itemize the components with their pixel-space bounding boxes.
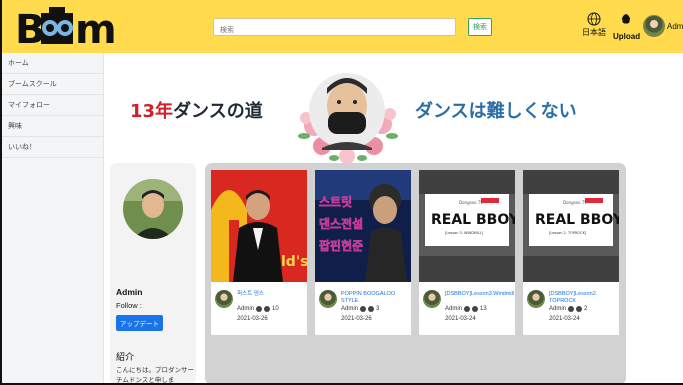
video-date: 2021-03-26 xyxy=(341,316,372,322)
video-card[interactable]: ld's 퍼스트 댄스 Admin 10 2021-03-26 xyxy=(211,170,307,335)
video-author: Admin xyxy=(237,306,255,312)
video-title[interactable]: 퍼스트 댄스 xyxy=(237,291,305,298)
video-date: 2021-03-24 xyxy=(445,316,476,322)
video-meta: Admin 13 xyxy=(445,306,487,312)
banner-right-text: ダンスは難しくない xyxy=(415,101,577,122)
verified-icon xyxy=(568,306,575,312)
search-bar[interactable] xyxy=(213,18,456,39)
video-grid: ld's 퍼스트 댄스 Admin 10 2021-03-26 스트릿 댄스전설… xyxy=(205,163,626,385)
language-selector[interactable]: 日本語 xyxy=(581,12,607,42)
eye-icon xyxy=(472,306,479,312)
update-button[interactable]: アップデート xyxy=(116,315,163,331)
video-meta: Admin 2 xyxy=(549,306,587,312)
banner-dance-road: ダンスの道 xyxy=(173,101,263,122)
sidebar: ホーム ブームスクール マイフォロー 興味 いいね！ xyxy=(0,53,104,385)
eye-icon xyxy=(576,306,583,312)
user-avatar xyxy=(643,15,665,37)
banner-portrait xyxy=(298,73,398,164)
banner-left-text: 13年ダンスの道 xyxy=(130,97,263,123)
user-name: Admin xyxy=(667,21,683,31)
sidebar-item-home[interactable]: ホーム xyxy=(0,53,103,74)
verified-icon xyxy=(256,306,263,312)
top-header: B m 検索 日本語 Upload Admin xyxy=(0,0,683,53)
thumb-sub: [Lesson 2. TOPROCK] xyxy=(549,231,587,235)
banner-years: 13年 xyxy=(130,101,174,122)
eye-icon xyxy=(264,306,271,312)
video-views: 13 xyxy=(480,306,487,312)
profile-name: Admin xyxy=(116,287,143,297)
upload-label: Upload xyxy=(613,32,641,41)
video-card[interactable]: Dongsoo TV REAL BBOY [Lesson 2. TOPROCK]… xyxy=(523,170,619,335)
sidebar-item-my-follow[interactable]: マイフォロー xyxy=(0,95,103,116)
video-title[interactable]: [DSBBOY]Lesson2. TOPROCK xyxy=(549,291,617,305)
profile-avatar xyxy=(123,179,183,239)
video-views: 3 xyxy=(376,306,380,312)
sidebar-item-interest[interactable]: 興味 xyxy=(0,116,103,137)
thumb-tag: Dongsoo TV xyxy=(563,200,587,205)
video-thumbnail[interactable]: 스트릿 댄스전설 팝핀현준 xyxy=(315,170,411,282)
video-views: 10 xyxy=(272,306,279,312)
video-card[interactable]: 스트릿 댄스전설 팝핀현준 POPPIN BOOGALOO STYLE Admi… xyxy=(315,170,411,335)
channel-avatar xyxy=(319,290,337,308)
boom-logo[interactable]: B m xyxy=(14,5,132,49)
svg-text:m: m xyxy=(75,7,117,49)
video-meta: Admin 3 xyxy=(341,306,379,312)
video-author: Admin xyxy=(341,306,359,312)
channel-avatar xyxy=(423,290,441,308)
channel-banner: 13年ダンスの道 ダンスは難しくない xyxy=(104,53,683,164)
thumb-tag: Dongsoo TV xyxy=(459,200,483,205)
language-label: 日本語 xyxy=(582,28,606,37)
sidebar-item-likes[interactable]: いいね！ xyxy=(0,137,103,158)
video-card[interactable]: Dongsoo TV REAL BBOY [Lesson 3. WINDMILL… xyxy=(419,170,515,335)
verified-icon xyxy=(464,306,471,312)
profile-intro-text: こんにちは。プロダンサーチムドンスと申しま xyxy=(116,367,194,384)
globe-icon xyxy=(587,12,601,26)
eye-icon xyxy=(368,306,375,312)
video-thumbnail[interactable]: Dongsoo TV REAL BBOY [Lesson 3. WINDMILL… xyxy=(419,170,515,282)
thumb-brand: REAL BBOY xyxy=(431,212,515,228)
video-title[interactable]: [DSBBOY]Lesson3.Windmill xyxy=(445,291,514,298)
video-title[interactable]: POPPIN BOOGALOO STYLE xyxy=(341,291,409,305)
video-thumbnail[interactable]: Dongsoo TV REAL BBOY [Lesson 2. TOPROCK] xyxy=(523,170,619,282)
video-author: Admin xyxy=(445,306,463,312)
thumb-sub: [Lesson 3. WINDMILL] xyxy=(445,231,484,235)
upload-icon xyxy=(621,14,631,24)
profile-intro-title: 紹介 xyxy=(116,352,135,362)
video-date: 2021-03-26 xyxy=(237,316,268,322)
search-button[interactable]: 検索 xyxy=(468,18,492,36)
svg-text:스트릿: 스트릿 xyxy=(319,194,352,209)
channel-avatar xyxy=(527,290,545,308)
upload-button[interactable]: Upload xyxy=(613,12,641,42)
video-author: Admin xyxy=(549,306,567,312)
video-meta: Admin 10 xyxy=(237,306,279,312)
video-thumbnail[interactable]: ld's xyxy=(211,170,307,282)
sidebar-item-boom-school[interactable]: ブームスクール xyxy=(0,74,103,95)
user-menu[interactable]: Admin xyxy=(643,13,683,39)
verified-icon xyxy=(360,306,367,312)
svg-text:B: B xyxy=(15,7,46,49)
video-date: 2021-03-24 xyxy=(549,316,580,322)
svg-text:팝핀현준: 팝핀현준 xyxy=(319,238,363,253)
profile-card: Admin Follow : アップデート 紹介 こんにちは。プロダンサーチムド… xyxy=(110,163,196,385)
video-views: 2 xyxy=(584,306,588,312)
thumb-logo-text: ld's xyxy=(281,254,307,270)
svg-text:댄스전설: 댄스전설 xyxy=(319,216,363,231)
thumb-brand: REAL BBOY xyxy=(535,212,619,228)
channel-avatar xyxy=(215,290,233,308)
profile-follow: Follow : xyxy=(116,301,142,310)
search-input[interactable] xyxy=(214,22,455,39)
